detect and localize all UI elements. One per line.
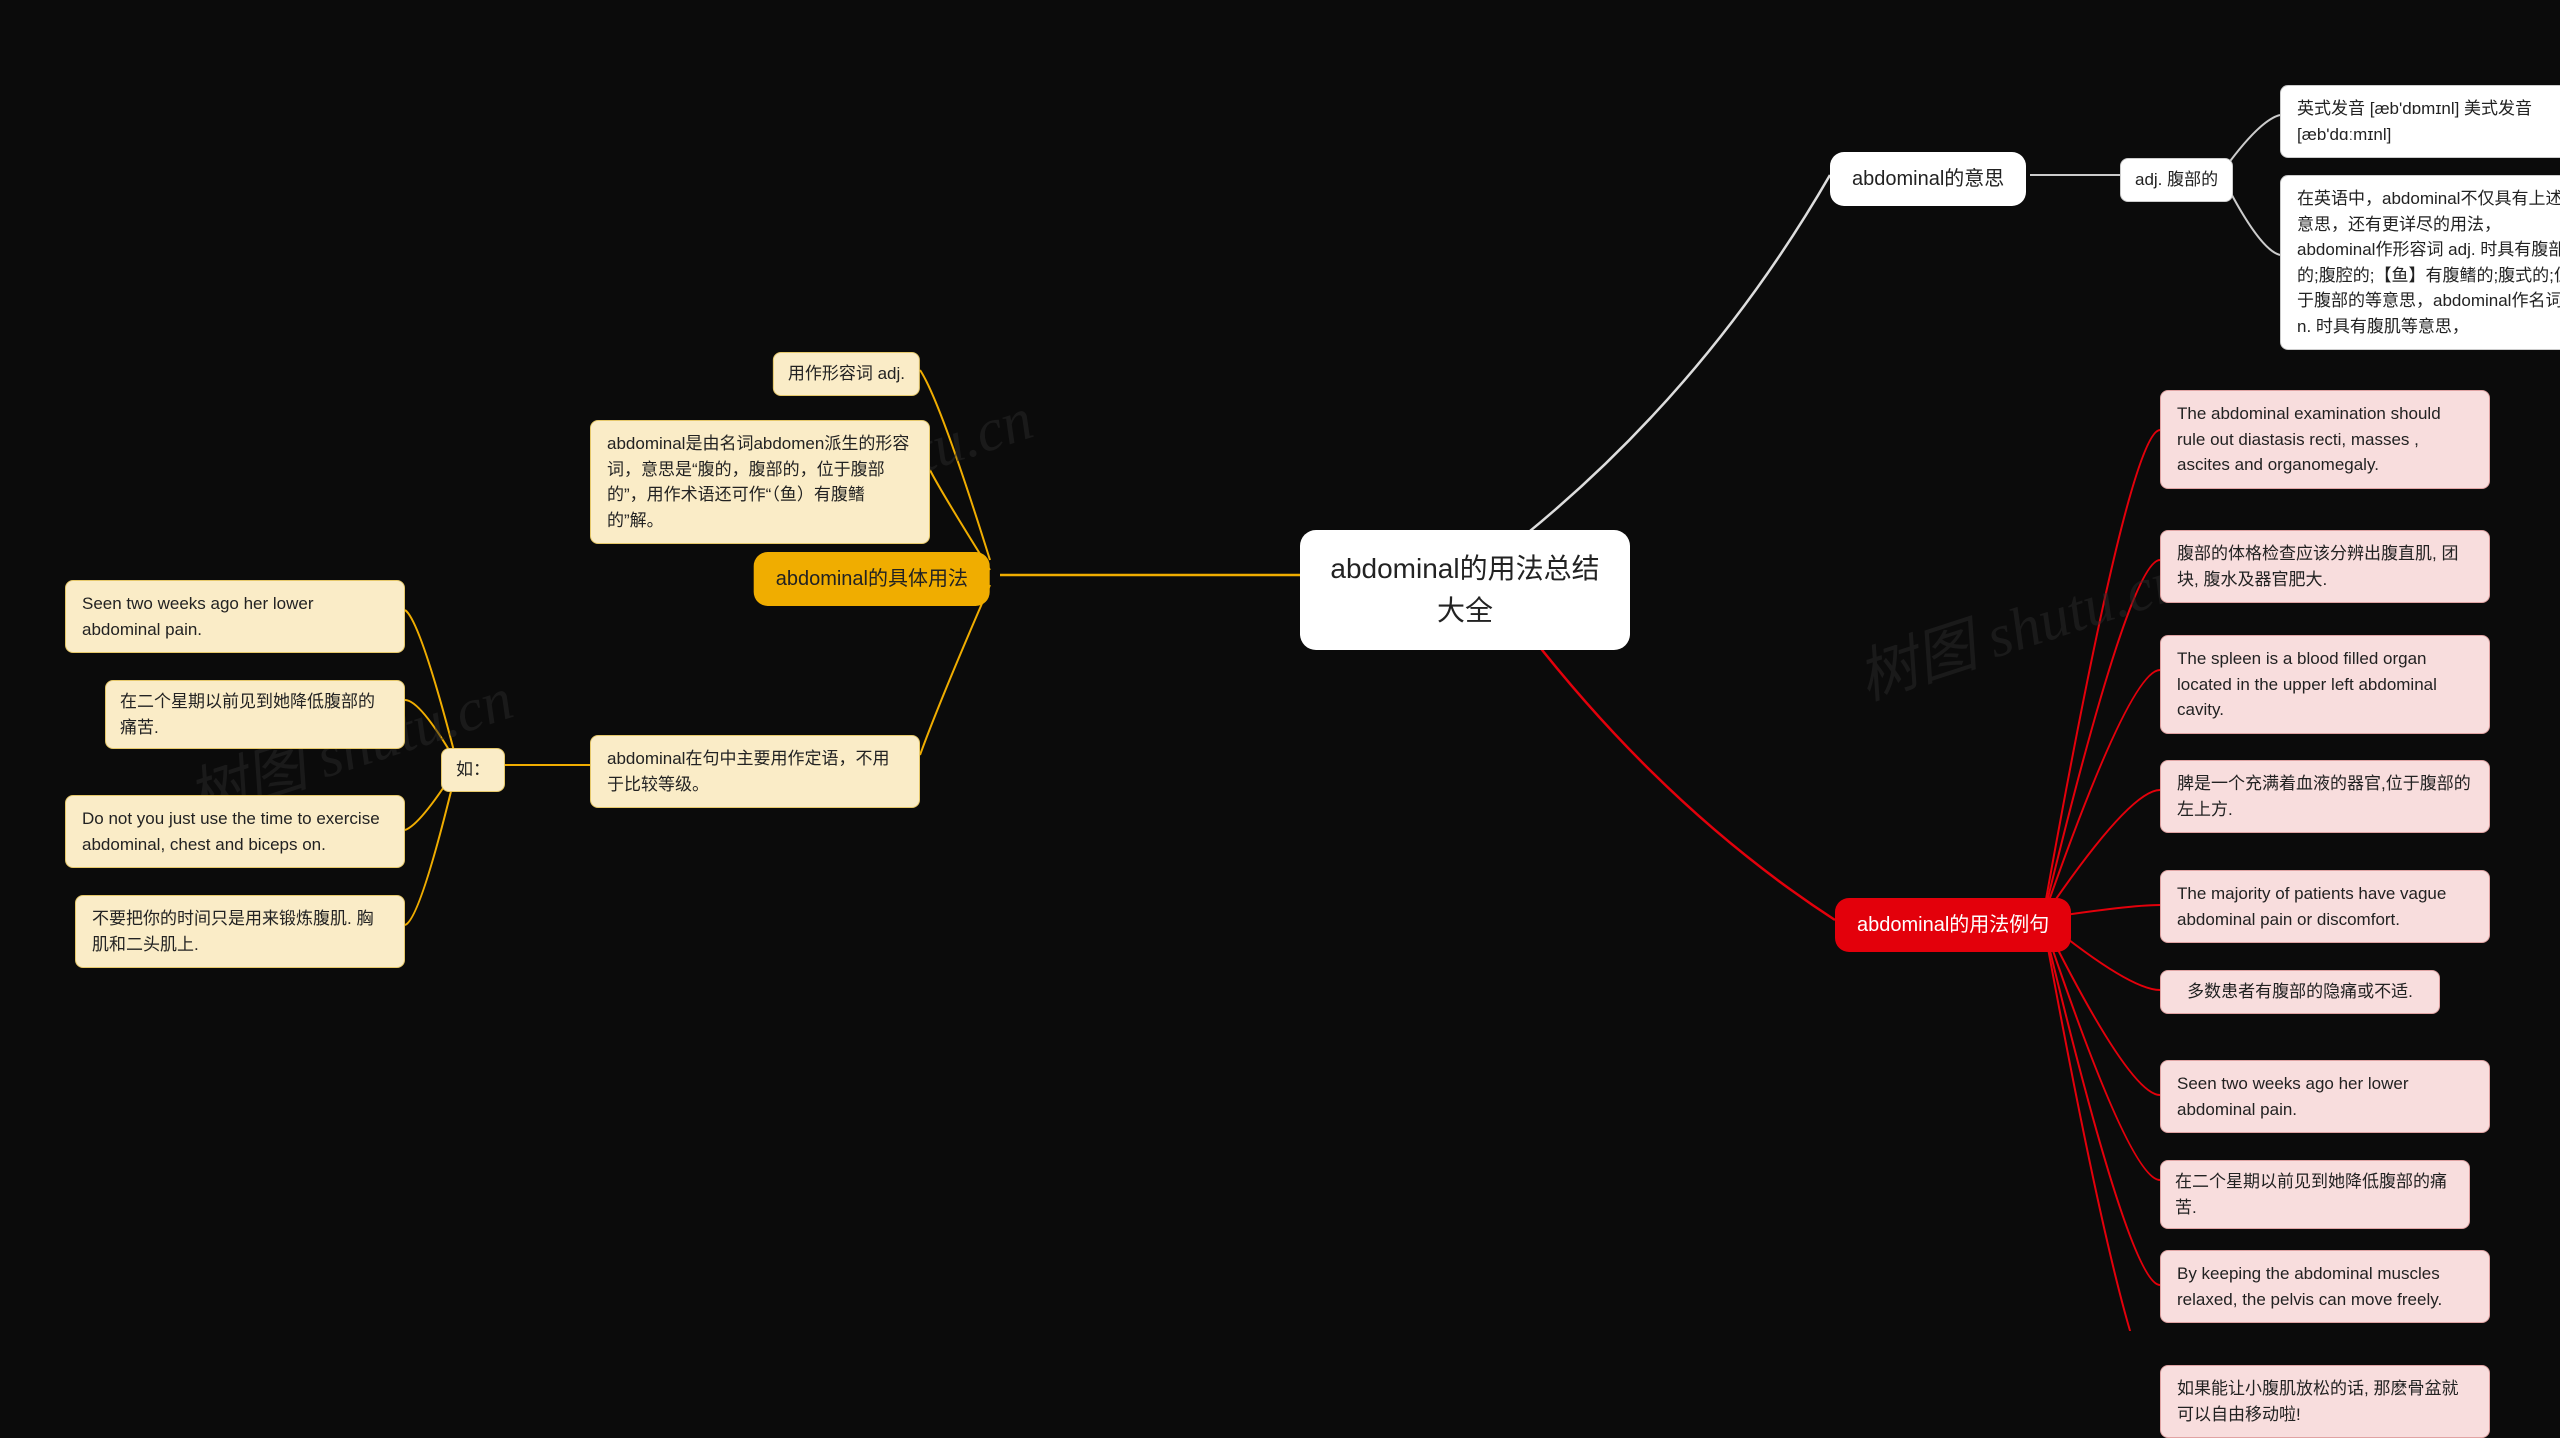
usage-example-2[interactable]: Do not you just use the time to exercise… xyxy=(65,795,405,868)
sentence-leaf-3[interactable]: 脾是一个充满着血液的器官,位于腹部的左上方. xyxy=(2160,760,2490,833)
usage-example-1[interactable]: 在二个星期以前见到她降低腹部的痛苦. xyxy=(105,680,405,749)
sentence-leaf-4[interactable]: The majority of patients have vague abdo… xyxy=(2160,870,2490,943)
usage-leaf-2[interactable]: abdominal在句中主要用作定语，不用于比较等级。 xyxy=(590,735,920,808)
sentence-leaf-5[interactable]: 多数患者有腹部的隐痛或不适. xyxy=(2160,970,2440,1014)
sentence-leaf-8[interactable]: By keeping the abdominal muscles relaxed… xyxy=(2160,1250,2490,1323)
usage-example-label[interactable]: 如： xyxy=(441,748,505,792)
meaning-leaf-0[interactable]: 英式发音 [æb'dɒmɪnl] 美式发音 [æb'dɑːmɪnl] xyxy=(2280,85,2560,158)
sentence-leaf-6[interactable]: Seen two weeks ago her lower abdominal p… xyxy=(2160,1060,2490,1133)
meaning-sub[interactable]: adj. 腹部的 xyxy=(2120,158,2233,202)
branch-meaning[interactable]: abdominal的意思 xyxy=(1830,152,2026,206)
meaning-leaf-1[interactable]: 在英语中，abdominal不仅具有上述意思，还有更详尽的用法，abdomina… xyxy=(2280,175,2560,350)
usage-example-0[interactable]: Seen two weeks ago her lower abdominal p… xyxy=(65,580,405,653)
center-node[interactable]: abdominal的用法总结大全 xyxy=(1300,530,1630,650)
branch-usage[interactable]: abdominal的具体用法 xyxy=(754,552,990,606)
usage-example-3[interactable]: 不要把你的时间只是用来锻炼腹肌. 胸肌和二头肌上. xyxy=(75,895,405,968)
usage-leaf-0[interactable]: 用作形容词 adj. xyxy=(773,352,920,396)
watermark-text: 树图 shutu.cn xyxy=(1845,530,2192,717)
usage-leaf-1[interactable]: abdominal是由名词abdomen派生的形容词，意思是“腹的，腹部的，位于… xyxy=(590,420,930,544)
sentence-leaf-1[interactable]: 腹部的体格检查应该分辨出腹直肌, 团块, 腹水及器官肥大. xyxy=(2160,530,2490,603)
sentence-leaf-7[interactable]: 在二个星期以前见到她降低腹部的痛苦. xyxy=(2160,1160,2470,1229)
sentence-leaf-9[interactable]: 如果能让小腹肌放松的话, 那麽骨盆就可以自由移动啦! xyxy=(2160,1365,2490,1438)
sentence-leaf-0[interactable]: The abdominal examination should rule ou… xyxy=(2160,390,2490,489)
branch-sentences[interactable]: abdominal的用法例句 xyxy=(1835,898,2071,952)
sentence-leaf-2[interactable]: The spleen is a blood filled organ locat… xyxy=(2160,635,2490,734)
